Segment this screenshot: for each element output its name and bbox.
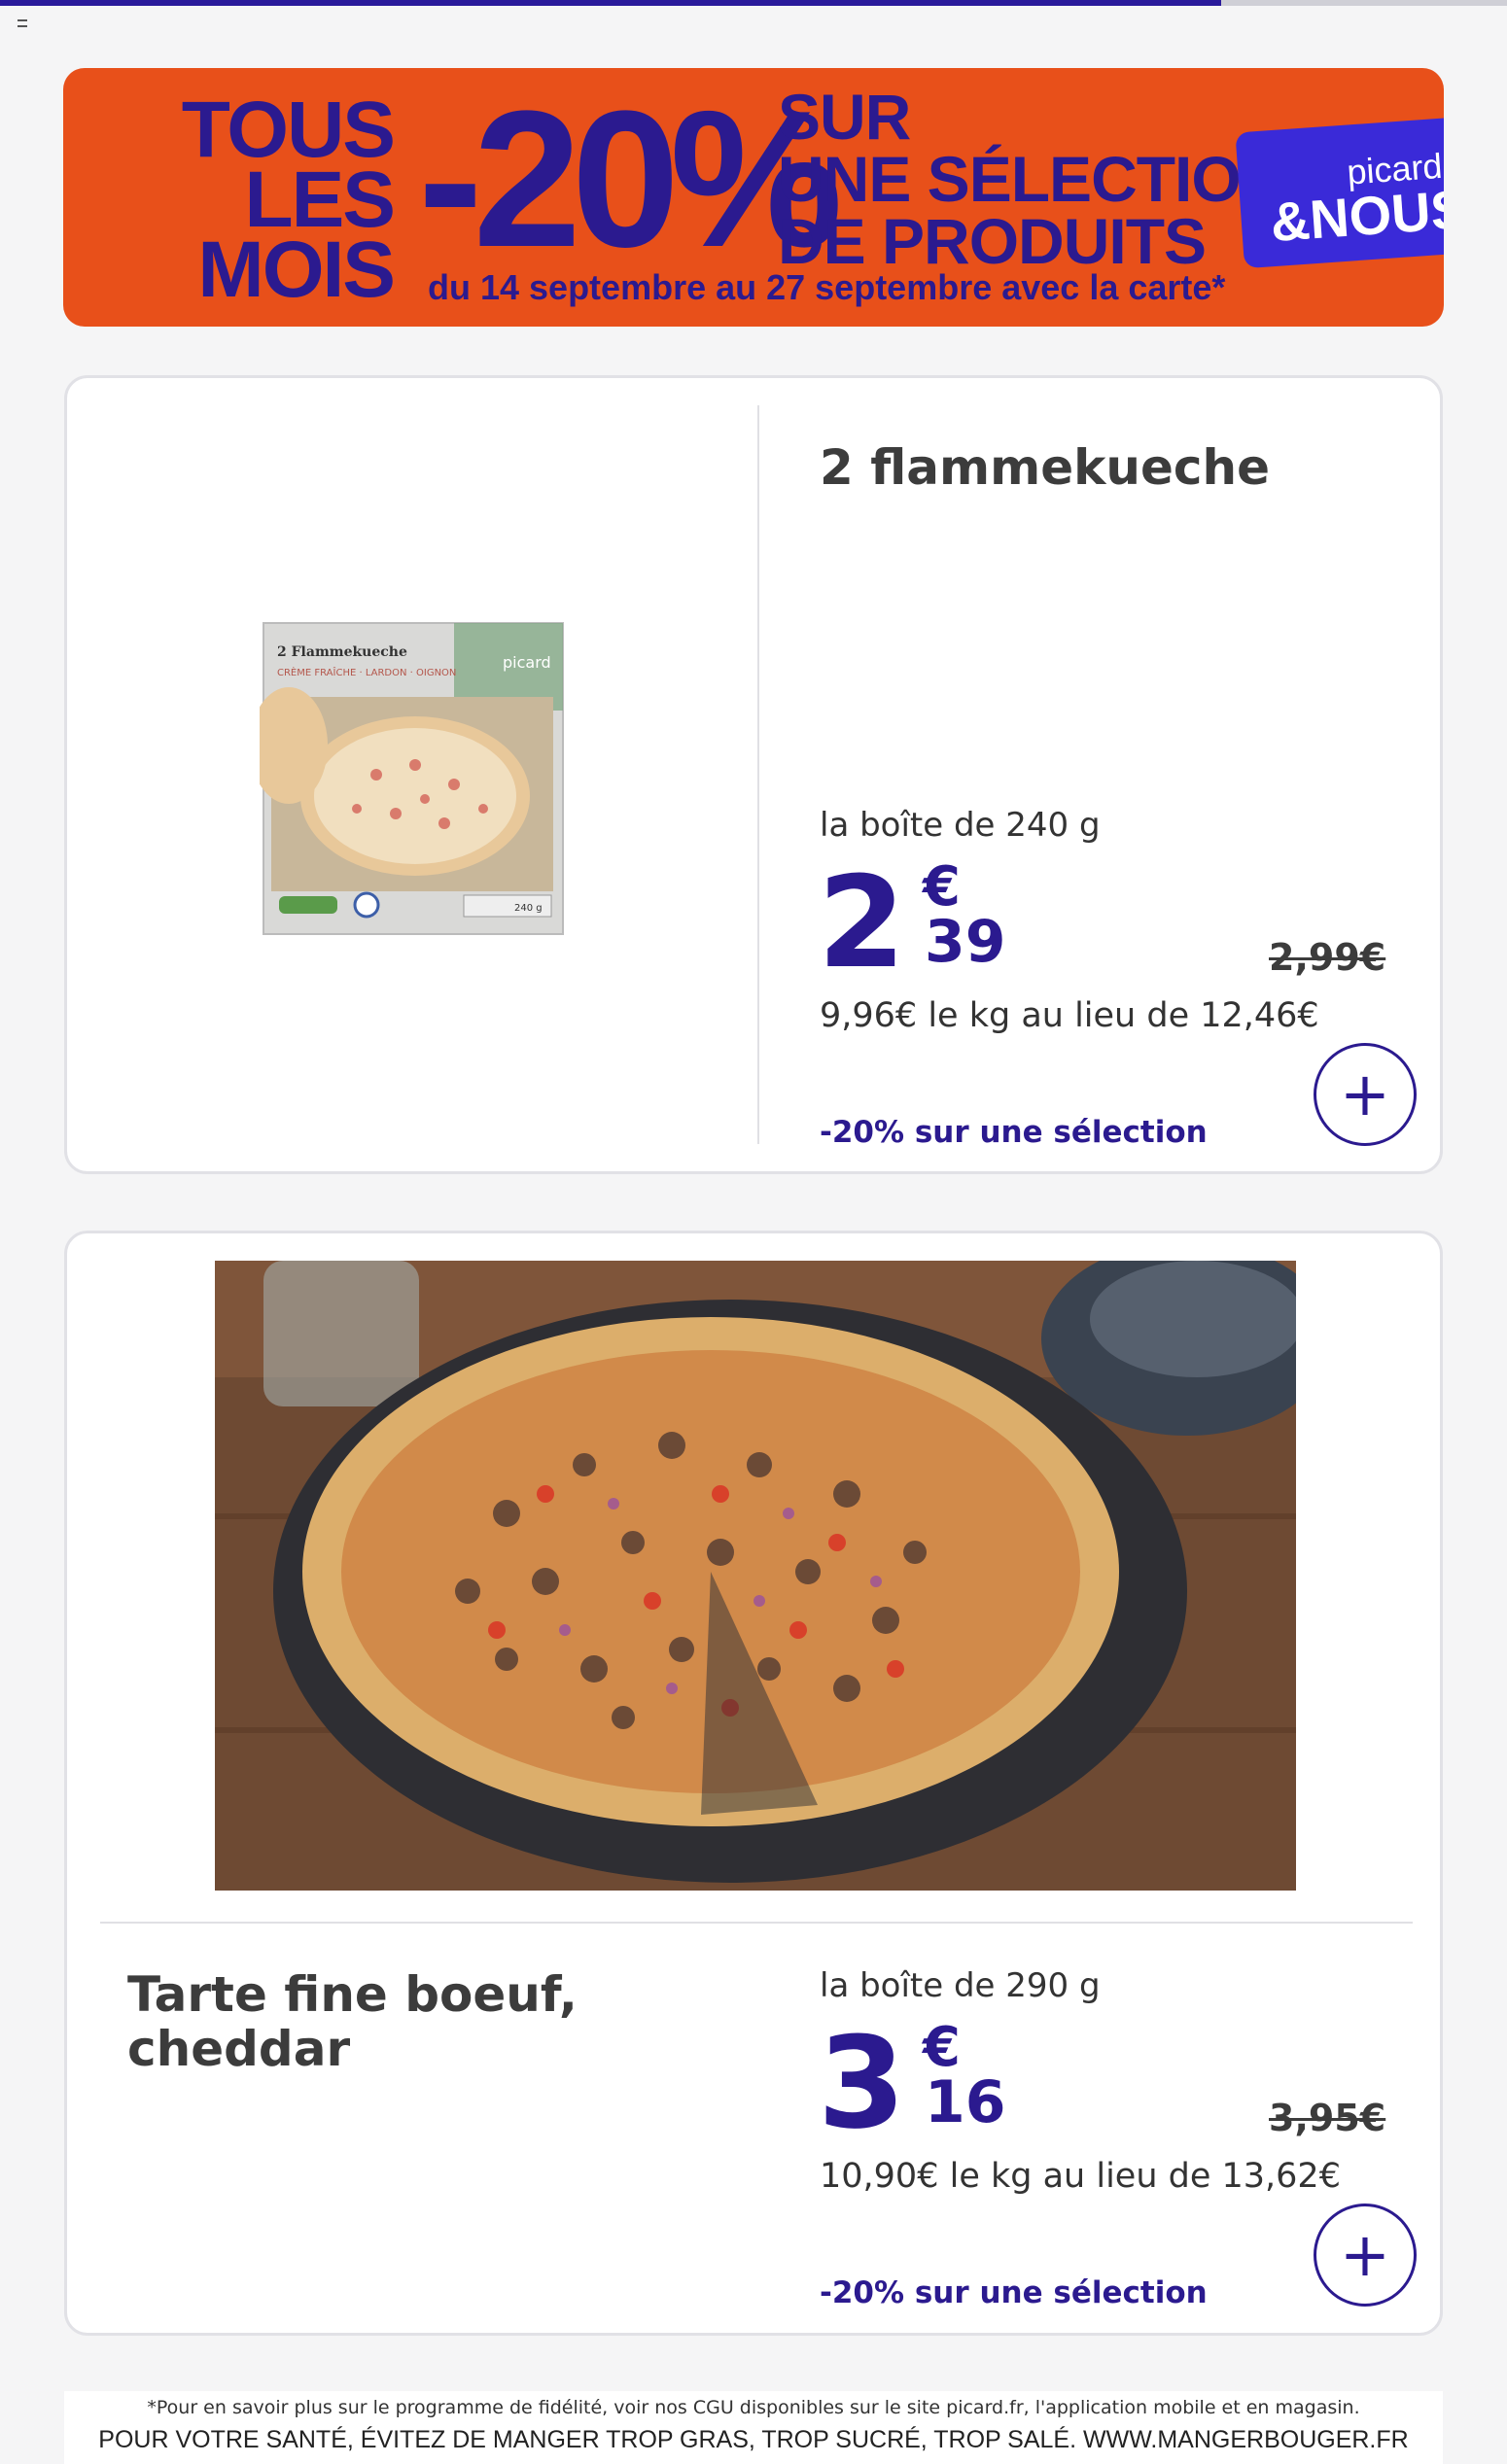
menu-icon[interactable] bbox=[18, 19, 27, 27]
banner-selection-text: SUR UNE SÉLECTION DE PRODUITS bbox=[778, 81, 1286, 277]
box-weight: 240 g bbox=[514, 903, 543, 914]
unit-price: 10,90€ le kg au lieu de 13,62€ bbox=[820, 2157, 1341, 2196]
box-label: 2 Flammekueche bbox=[277, 644, 407, 660]
banner-every-month: TOUS LES MOIS bbox=[141, 90, 396, 314]
card-divider bbox=[100, 1922, 1413, 1924]
banner-right-line: DE PRODUITS bbox=[778, 205, 1207, 277]
price-integer: 3 bbox=[818, 2009, 906, 2157]
add-to-cart-button[interactable]: + bbox=[1314, 2204, 1417, 2307]
product-card: Tarte fine boeuf, cheddar la boîte de 29… bbox=[64, 1231, 1443, 2336]
current-price: 3 € 16 bbox=[818, 2009, 1032, 2157]
price-decimals: 39 bbox=[925, 908, 1006, 976]
pack-size: la boîte de 240 g bbox=[820, 806, 1101, 845]
add-to-cart-button[interactable]: + bbox=[1314, 1043, 1417, 1146]
banner-right-line: UNE SÉLECTION bbox=[778, 143, 1286, 215]
product-card: 2 Flammekueche CRÈME FRAÎCHE · LARDON · … bbox=[64, 375, 1443, 1174]
box-sub: CRÈME FRAÎCHE · LARDON · OIGNON bbox=[277, 666, 456, 678]
price-integer: 2 bbox=[818, 849, 906, 996]
promo-note: -20% sur une sélection bbox=[820, 2275, 1208, 2310]
box-brand: picard bbox=[503, 653, 551, 672]
loyalty-card-name: &NOUS bbox=[1268, 178, 1444, 254]
unit-price: 9,96€ le kg au lieu de 12,46€ bbox=[820, 996, 1319, 1035]
footer-legal-text: *Pour en savoir plus sur le programme de… bbox=[147, 2397, 1360, 2418]
footer-health-text: POUR VOTRE SANTÉ, ÉVITEZ DE MANGER TROP … bbox=[98, 2426, 1409, 2453]
reading-progress-bar bbox=[0, 0, 1507, 6]
banner-discount: -20% bbox=[418, 71, 843, 288]
tarte-fine-photo bbox=[215, 1261, 1296, 1891]
old-price: 3,95€ bbox=[1269, 2097, 1386, 2139]
promo-banner: TOUS LES MOIS -20% SUR UNE SÉLECTION DE … bbox=[63, 68, 1444, 327]
flammekueche-box-image: 2 Flammekueche CRÈME FRAÎCHE · LARDON · … bbox=[260, 622, 564, 935]
banner-dates: du 14 septembre au 27 septembre avec la … bbox=[428, 267, 1226, 307]
loyalty-card-logo: picard &NOUS bbox=[1235, 116, 1444, 269]
footer: *Pour en savoir plus sur le programme de… bbox=[64, 2391, 1443, 2464]
old-price: 2,99€ bbox=[1269, 936, 1386, 979]
price-decimals: 16 bbox=[925, 2068, 1006, 2136]
current-price: 2 € 39 bbox=[818, 849, 1032, 996]
banner-right-line: SUR bbox=[778, 81, 911, 153]
promo-note: -20% sur une sélection bbox=[820, 1115, 1208, 1150]
banner-left-line: MOIS bbox=[197, 226, 396, 314]
product-title: 2 flammekueche bbox=[820, 439, 1271, 496]
reading-progress-fill bbox=[0, 0, 1221, 6]
card-divider bbox=[757, 405, 759, 1144]
pack-size: la boîte de 290 g bbox=[820, 1966, 1101, 2005]
product-title: Tarte fine boeuf, cheddar bbox=[127, 1966, 578, 2077]
